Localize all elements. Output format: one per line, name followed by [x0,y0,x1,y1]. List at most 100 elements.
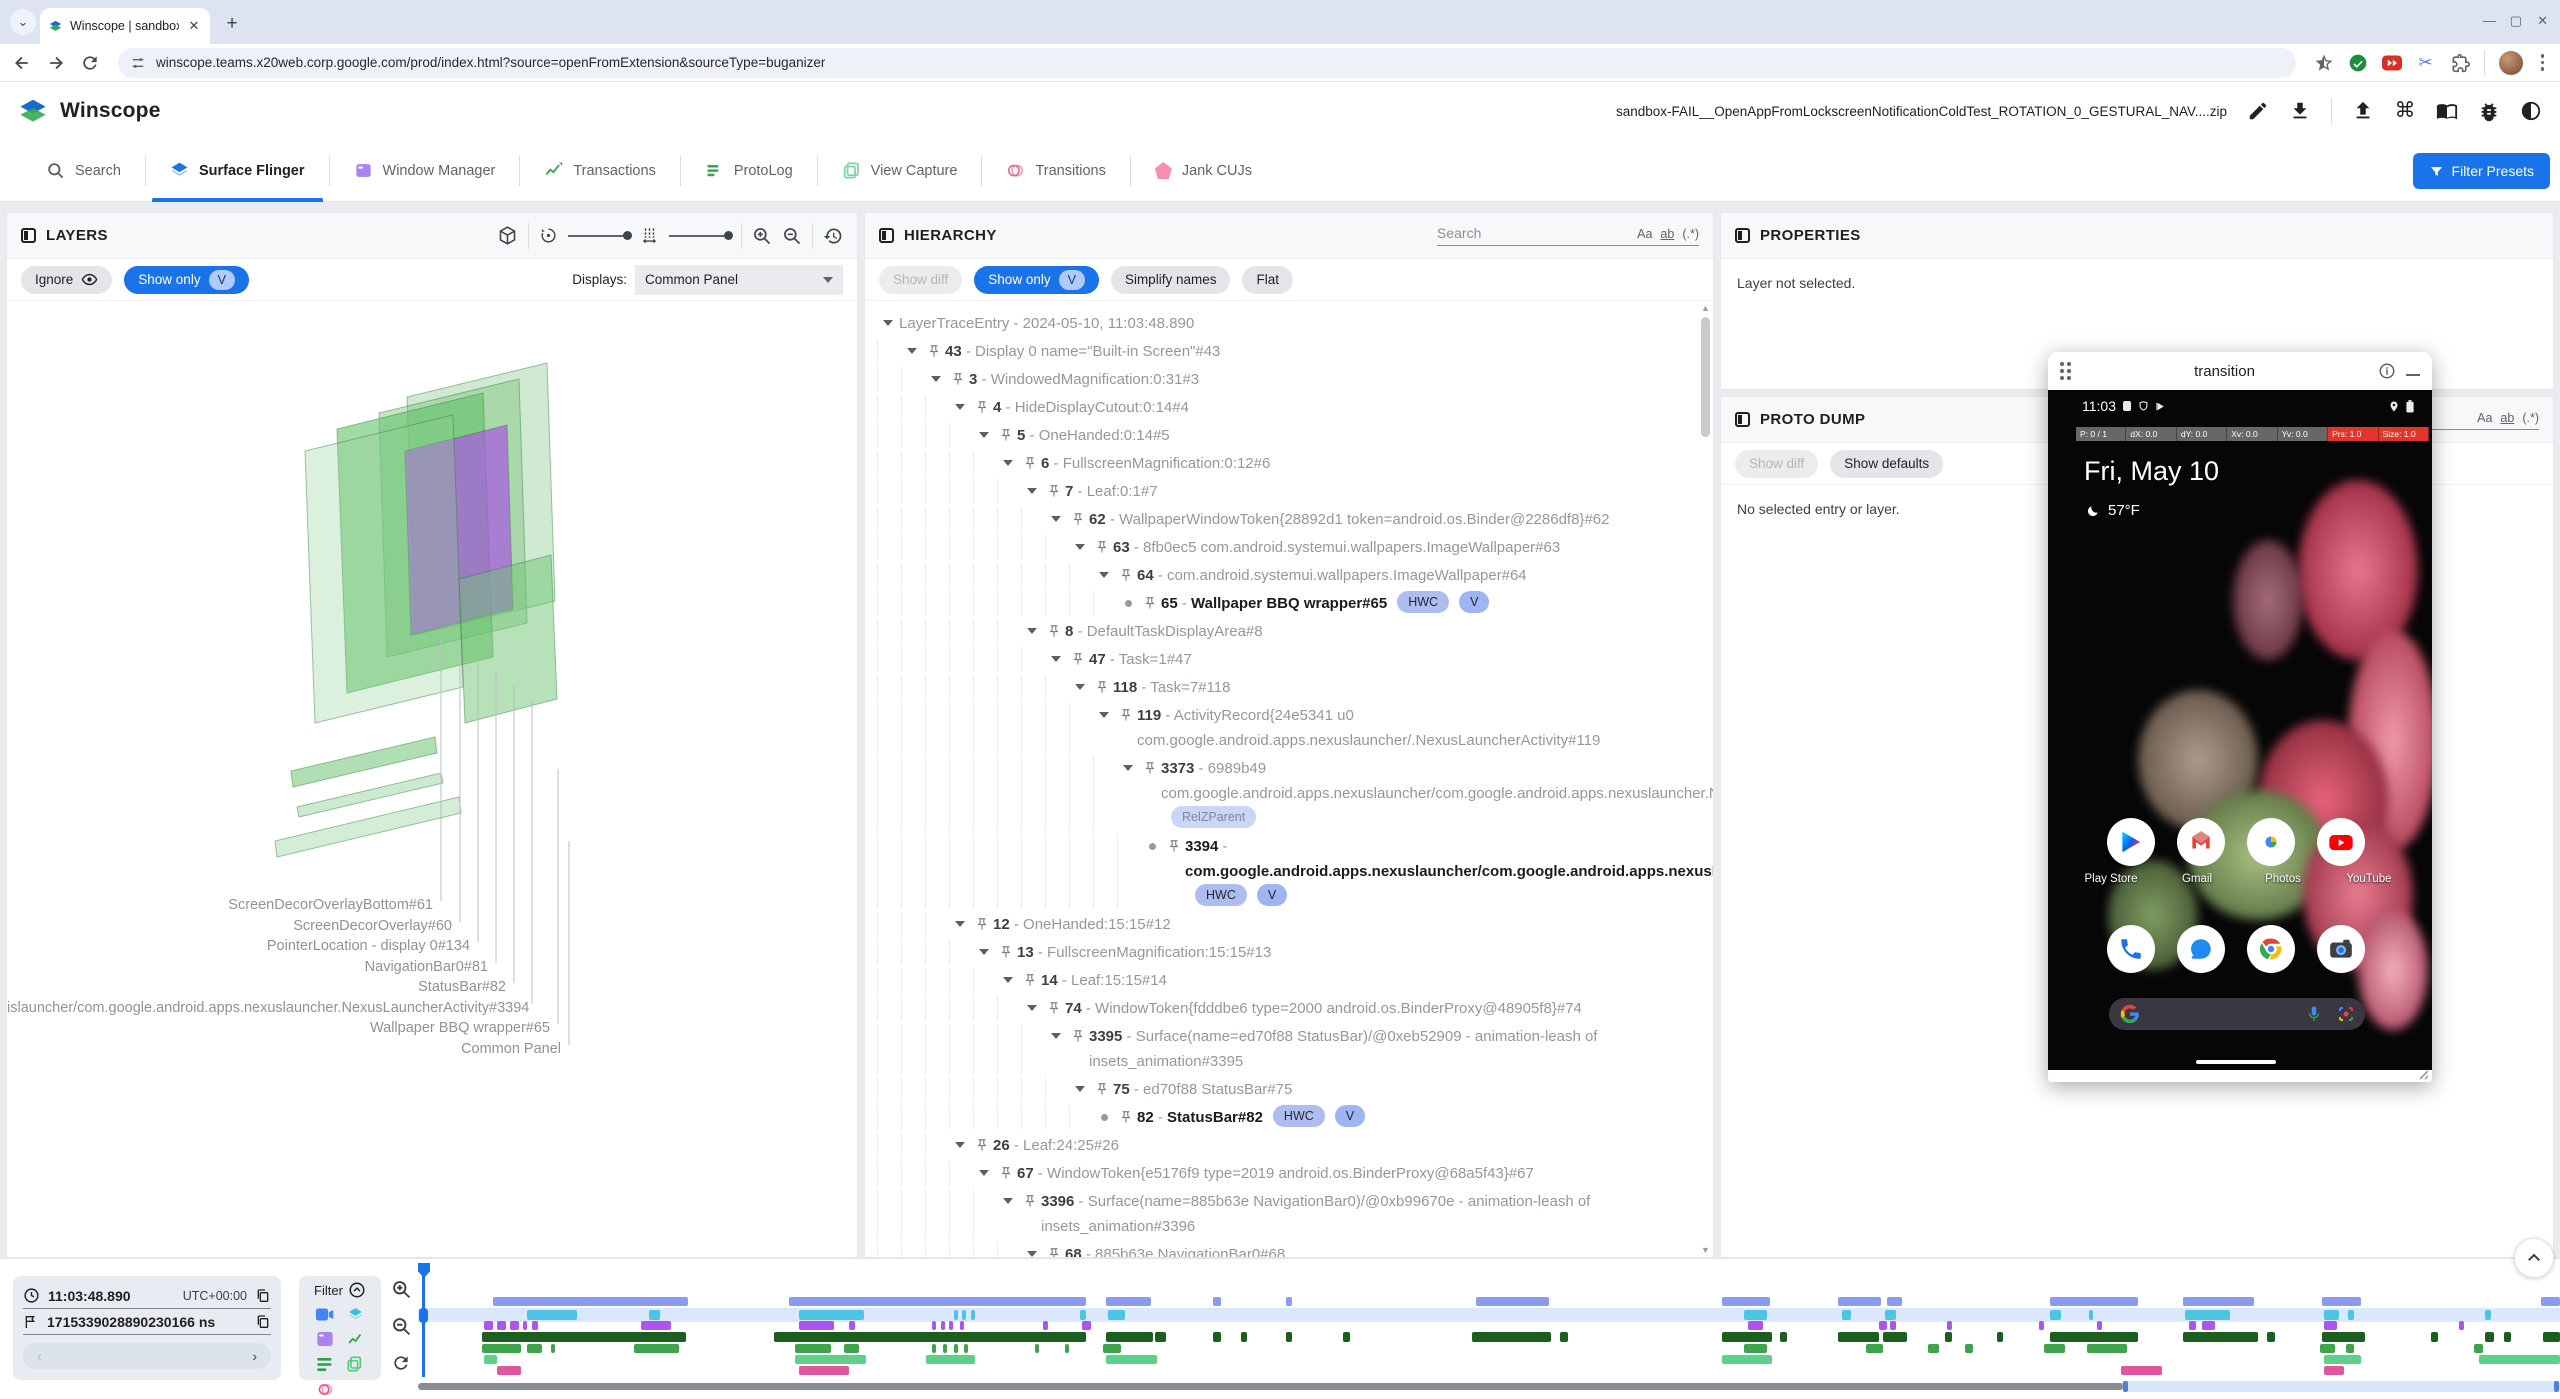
timeline-zoom-in-icon[interactable] [391,1279,412,1300]
transitions-trace-icon[interactable] [315,1379,335,1399]
tree-node[interactable]: 12 - OneHanded:15:15#12 [877,910,1687,938]
previous-entry-button[interactable]: ‹ [37,1348,42,1364]
camera-app-icon[interactable] [2317,925,2365,973]
url-bar[interactable]: winscope.teams.x20web.corp.google.com/pr… [118,48,2296,78]
expand-arrow-icon[interactable] [901,339,923,364]
edit-icon[interactable] [2247,100,2269,122]
expand-arrow-icon[interactable] [949,912,971,937]
pin-icon[interactable] [947,367,969,392]
tree-node[interactable]: 14 - Leaf:15:15#14 [877,966,1687,994]
tree-node[interactable]: 63 - 8fb0ec5 com.android.systemui.wallpa… [877,533,1687,561]
expand-arrow-icon[interactable] [1021,996,1043,1021]
pin-icon[interactable] [1091,1077,1113,1102]
copy-icon[interactable] [255,1314,271,1330]
range-handle-left[interactable] [2123,1381,2128,1392]
youtube-app-icon[interactable] [2317,818,2365,866]
timeline-cursor-handle[interactable] [419,1308,428,1323]
tab-transitions[interactable]: Transitions [982,140,1129,202]
layer-sheet[interactable] [459,555,557,723]
ns-timestamp-value[interactable]: 1715339028890230166 ns [47,1314,215,1330]
match-word-icon[interactable]: ab [1660,227,1674,241]
show-only-visible-button[interactable]: Show only V [124,266,249,294]
tree-node[interactable]: 3394 - com.google.android.apps.nexuslaun… [877,832,1687,910]
show-defaults-button[interactable]: Show defaults [1830,450,1943,478]
pin-icon[interactable] [995,1161,1017,1186]
collapse-panel-icon[interactable] [1735,412,1750,427]
flat-button[interactable]: Flat [1242,266,1293,294]
scroll-to-top-button[interactable] [2514,1238,2554,1278]
back-icon[interactable] [12,53,32,73]
phone-app-icon[interactable] [2107,925,2155,973]
rotation-icon[interactable] [539,226,558,245]
overlay-titlebar[interactable]: transition [2048,352,2432,390]
tab-search-icon[interactable]: ⌄ [10,9,36,35]
expand-arrow-icon[interactable] [997,968,1019,993]
tab-search[interactable]: Search [22,140,145,202]
tree-node[interactable]: 67 - WindowToken{e5176f9 type=2019 andro… [877,1159,1687,1187]
pin-icon[interactable] [1043,479,1065,504]
pin-icon[interactable] [1019,968,1041,993]
chrome-app-icon[interactable] [2247,925,2295,973]
tree-node[interactable]: 13 - FullscreenMagnification:15:15#13 [877,938,1687,966]
upload-icon[interactable] [2352,100,2374,122]
pin-icon[interactable] [995,423,1017,448]
expand-arrow-icon[interactable] [1093,703,1115,728]
new-tab-button[interactable]: + [220,13,244,35]
expand-arrow-icon[interactable] [1045,507,1067,532]
tree-node[interactable]: LayerTraceEntry - 2024-05-10, 11:03:48.8… [877,309,1687,337]
tree-node[interactable]: 6 - FullscreenMagnification:0:12#6 [877,449,1687,477]
displays-select[interactable]: Common Panel [635,265,843,295]
range-scroll-thumb[interactable] [418,1383,2123,1390]
expand-arrow-icon[interactable] [997,1189,1019,1214]
match-case-icon[interactable]: Aa [1637,227,1652,241]
timeline-range-selector[interactable] [418,1381,2560,1391]
site-settings-icon[interactable] [130,55,146,71]
expand-arrow-icon[interactable] [997,451,1019,476]
tree-node[interactable]: 119 - ActivityRecord{24e5341 u0 com.goog… [877,701,1687,754]
surface-flinger-trace-icon[interactable] [345,1304,365,1324]
tree-node[interactable]: 64 - com.android.systemui.wallpapers.Ima… [877,561,1687,589]
tree-node[interactable]: 118 - Task=7#118 [877,673,1687,701]
browser-menu-icon[interactable] [2537,54,2549,71]
collapse-panel-icon[interactable] [1735,228,1750,243]
gmail-app-icon[interactable] [2177,818,2225,866]
reload-icon[interactable] [80,53,100,73]
pin-icon[interactable] [923,339,945,364]
match-case-icon[interactable]: Aa [2477,411,2492,425]
download-icon[interactable] [2289,100,2311,122]
pin-icon[interactable] [1067,507,1089,532]
collapse-panel-icon[interactable] [879,228,894,243]
expand-arrow-icon[interactable] [1021,479,1043,504]
layer-sheet[interactable] [305,415,463,723]
hierarchy-search[interactable]: Aa ab (.*) [1437,225,1699,246]
simplify-names-button[interactable]: Simplify names [1111,266,1231,294]
range-handle-right[interactable] [2554,1381,2559,1392]
pin-icon[interactable] [1115,1105,1137,1130]
expand-arrow-icon[interactable] [973,940,995,965]
pin-icon[interactable] [971,395,993,420]
tab-view-capture[interactable]: View Capture [818,140,982,202]
info-icon[interactable] [2378,362,2396,380]
bookmark-star-icon[interactable] [2314,53,2334,73]
expand-arrow-icon[interactable] [925,367,947,392]
zoom-in-icon[interactable] [752,226,772,246]
tree-node[interactable]: 3373 - 6989b49 com.google.android.apps.n… [877,754,1687,832]
tree-node[interactable]: 75 - ed70f88 StatusBar#75 [877,1075,1687,1103]
hierarchy-scrollbar[interactable]: ▲ ▼ [1699,303,1712,1255]
spacing-slider[interactable] [669,235,731,237]
protolog-trace-icon[interactable] [315,1354,335,1374]
expand-arrow-icon[interactable] [973,423,995,448]
zoom-out-icon[interactable] [782,226,802,246]
next-entry-button[interactable]: › [252,1348,257,1364]
tab-surface-flinger[interactable]: Surface Flinger [146,140,329,202]
tree-node[interactable]: 3 - WindowedMagnification:0:31#3 [877,365,1687,393]
scroll-up-icon[interactable]: ▲ [1701,303,1710,313]
expand-arrow-icon[interactable] [1045,647,1067,672]
pin-icon[interactable] [1019,1189,1041,1214]
pin-icon[interactable] [1067,1024,1089,1049]
pin-icon[interactable] [1115,563,1137,588]
photos-app-icon[interactable] [2247,818,2295,866]
view-capture-trace-icon[interactable] [345,1354,365,1374]
tree-node[interactable]: 68 - 885b63e NavigationBar0#68 [877,1240,1687,1257]
pin-icon[interactable] [1115,703,1137,728]
